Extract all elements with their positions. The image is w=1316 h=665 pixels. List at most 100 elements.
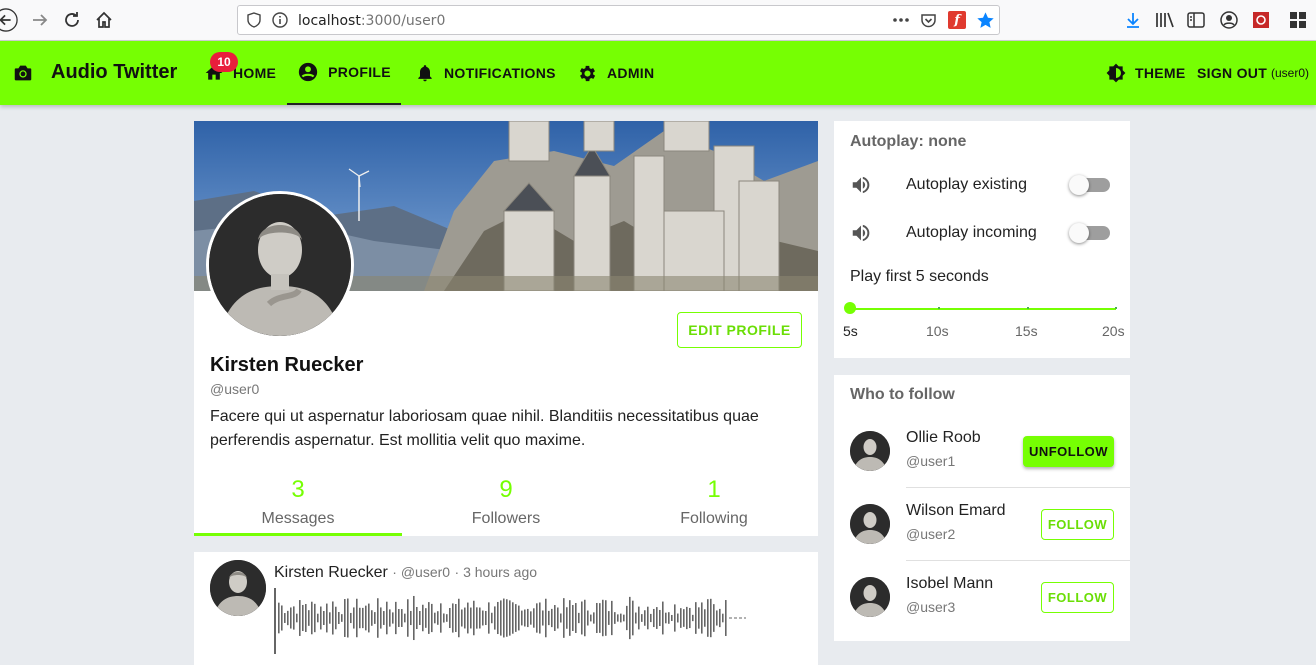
- stat-messages[interactable]: 3 Messages: [194, 476, 402, 528]
- waveform-bar: [494, 606, 496, 630]
- reload-icon[interactable]: [60, 8, 84, 32]
- waveform-bar: [326, 603, 328, 633]
- waveform-bar: [668, 612, 670, 624]
- waveform-bar: [554, 605, 556, 631]
- waveform-bar: [707, 599, 709, 637]
- waveform-bar: [719, 608, 721, 628]
- waveform-bar: [587, 610, 589, 626]
- profile-avatar: [206, 191, 354, 339]
- signout-button[interactable]: SIGN OUT: [1197, 41, 1267, 105]
- profile-bio: Facere qui ut aspernatur laboriosam quae…: [210, 408, 759, 449]
- user-name[interactable]: Wilson Emard: [906, 502, 1006, 520]
- user-name[interactable]: Ollie Roob: [906, 429, 981, 447]
- waveform-bar: [677, 613, 679, 623]
- user-avatar[interactable]: [850, 431, 890, 471]
- url-host: localhost: [298, 13, 361, 29]
- waveform-bar: [383, 611, 385, 625]
- user-avatar[interactable]: [850, 504, 890, 544]
- nav-admin[interactable]: ADMIN: [577, 41, 654, 105]
- waveform-bar: [506, 599, 508, 637]
- stat-following-value: 1: [707, 476, 721, 503]
- waveform-bar: [590, 614, 592, 622]
- waveform-bar: [560, 613, 562, 623]
- post-header: Kirsten Ruecker · @user0 · 3 hours ago: [274, 564, 538, 581]
- waveform-bar: [671, 614, 673, 622]
- follow-button[interactable]: FOLLOW: [1041, 582, 1114, 613]
- waveform-bar: [581, 601, 583, 635]
- nav-home-label: HOME: [233, 65, 277, 81]
- bell-icon: [418, 65, 432, 82]
- nav-notifications[interactable]: NOTIFICATIONS: [415, 41, 556, 105]
- waveform-bar: [359, 607, 361, 629]
- sidebar-icon[interactable]: [1186, 10, 1206, 30]
- addon-icon[interactable]: [1251, 10, 1271, 30]
- waveform-bar: [389, 609, 391, 627]
- nav-notifications-label: NOTIFICATIONS: [444, 65, 556, 81]
- waveform-bar: [572, 605, 574, 631]
- volume-icon: [852, 224, 870, 242]
- stat-following[interactable]: 1 Following: [610, 476, 818, 528]
- menu-icon[interactable]: [1288, 10, 1308, 30]
- unfollow-button[interactable]: UNFOLLOW: [1023, 436, 1114, 467]
- waveform-bar: [530, 611, 532, 625]
- active-tab-indicator: [194, 533, 402, 536]
- signed-in-user: (user0): [1271, 66, 1310, 80]
- waveform-bar: [632, 600, 634, 636]
- waveform-bar: [626, 605, 628, 631]
- waveform-bar: [680, 608, 682, 628]
- url-text: localhost:3000/user0: [298, 13, 445, 29]
- waveform-bar: [722, 613, 724, 623]
- waveform-bar: [542, 610, 544, 626]
- home-icon[interactable]: [92, 8, 116, 32]
- waveform-bar: [704, 609, 706, 627]
- account-icon[interactable]: [1219, 10, 1239, 30]
- autoplay-existing-row: Autoplay existing: [850, 170, 1114, 200]
- waveform-bar: [398, 609, 400, 627]
- info-icon[interactable]: [272, 12, 288, 33]
- waveform-bar: [434, 612, 436, 624]
- waveform-bar: [650, 613, 652, 623]
- autoplay-incoming-toggle[interactable]: [1069, 223, 1110, 243]
- post-avatar[interactable]: [210, 560, 266, 616]
- post-author[interactable]: Kirsten Ruecker: [274, 564, 388, 581]
- waveform-bar: [431, 603, 433, 633]
- waveform-bar: [371, 610, 373, 626]
- autoplay-existing-label: Autoplay existing: [906, 176, 1027, 193]
- toggle-knob: [1069, 175, 1089, 195]
- who-to-follow-heading: Who to follow: [850, 386, 955, 403]
- stat-followers[interactable]: 9 Followers: [402, 476, 610, 528]
- autoplay-existing-toggle[interactable]: [1069, 175, 1110, 195]
- waveform-bar: [614, 612, 616, 624]
- pocket-icon[interactable]: [920, 12, 937, 34]
- user-name[interactable]: Isobel Mann: [906, 575, 993, 593]
- slider-thumb[interactable]: [844, 302, 856, 314]
- library-icon[interactable]: [1155, 10, 1175, 30]
- edit-profile-button[interactable]: EDIT PROFILE: [677, 312, 802, 348]
- waveform-bar: [479, 607, 481, 629]
- bookmark-star-icon[interactable]: [976, 11, 995, 35]
- stat-followers-label: Followers: [471, 510, 541, 527]
- notification-badge: 10: [210, 52, 238, 72]
- theme-button[interactable]: THEME: [1106, 41, 1186, 105]
- waveform-bar: [593, 612, 595, 624]
- user-avatar[interactable]: [850, 577, 890, 617]
- url-bar[interactable]: localhost:3000/user0 f: [237, 5, 1000, 35]
- theme-label: THEME: [1135, 65, 1186, 81]
- nav-home[interactable]: HOME: [204, 41, 276, 105]
- forward-icon[interactable]: [28, 8, 52, 32]
- download-icon[interactable]: [1123, 10, 1143, 30]
- more-icon[interactable]: [892, 12, 910, 33]
- nav-profile[interactable]: PROFILE: [287, 41, 401, 105]
- extension-icon[interactable]: f: [948, 11, 966, 29]
- follow-button[interactable]: FOLLOW: [1041, 509, 1114, 540]
- slider-track[interactable]: [850, 308, 1116, 310]
- audio-waveform[interactable]: [274, 588, 754, 654]
- autoplay-card: Autoplay: none Autoplay existing Autopla…: [834, 121, 1130, 358]
- waveform-bar: [476, 607, 478, 629]
- back-icon[interactable]: [0, 8, 18, 32]
- waveform-bar: [578, 612, 580, 624]
- waveform-bar: [335, 606, 337, 630]
- shield-icon[interactable]: [246, 12, 262, 33]
- slider-tick: [938, 307, 940, 309]
- waveform-bar: [656, 607, 658, 629]
